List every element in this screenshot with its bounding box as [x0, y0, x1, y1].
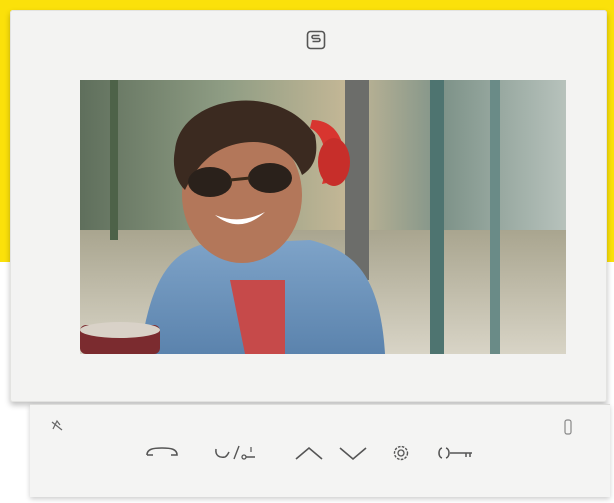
control-panel	[30, 404, 610, 497]
chevron-down-icon	[339, 447, 367, 461]
gear-icon	[393, 445, 409, 461]
settings-button[interactable]	[384, 439, 418, 467]
video-feed-image	[80, 80, 566, 354]
door-release-button[interactable]	[213, 439, 257, 467]
s-logo-icon	[306, 30, 326, 50]
chevron-up-icon	[295, 446, 323, 460]
led-icon	[564, 419, 572, 439]
handset-icon	[146, 447, 178, 456]
monitor-body	[10, 10, 607, 402]
key-icon	[438, 447, 472, 459]
up-button[interactable]	[292, 439, 326, 467]
handset-button[interactable]	[145, 439, 179, 467]
mute-icon	[50, 417, 64, 436]
door-release-icon	[215, 445, 255, 460]
key-button[interactable]	[434, 439, 478, 467]
down-button[interactable]	[336, 439, 370, 467]
video-screen	[80, 80, 566, 354]
